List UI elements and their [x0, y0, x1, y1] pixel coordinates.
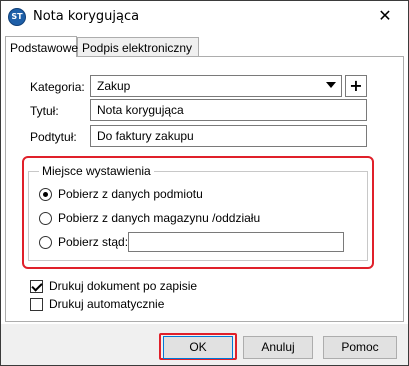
- pobierz-stad-input[interactable]: [128, 232, 344, 252]
- checkbox-drukuj-po-zapisie[interactable]: Drukuj dokument po zapisie: [30, 278, 197, 294]
- radio-option-stad[interactable]: Pobierz stąd:: [39, 234, 128, 250]
- tytul-input[interactable]: Nota korygująca: [90, 99, 367, 121]
- radio-label: Pobierz z danych podmiotu: [58, 187, 203, 201]
- checkbox-drukuj-automatycznie[interactable]: Drukuj automatycznie: [30, 296, 164, 312]
- ok-button[interactable]: OK: [163, 336, 233, 359]
- kategoria-value: Zakup: [97, 79, 131, 93]
- window-title: Nota korygująca: [33, 9, 140, 24]
- tytul-label: Tytuł:: [30, 104, 59, 118]
- close-icon[interactable]: ✕: [364, 1, 406, 33]
- podtytul-input[interactable]: Do faktury zakupu: [90, 125, 367, 147]
- radio-option-magazyn[interactable]: Pobierz z danych magazynu /oddziału: [39, 210, 260, 226]
- app-logo-icon: ST: [8, 8, 26, 26]
- radio-unselected-icon: [39, 211, 52, 225]
- miejsce-legend: Miejsce wystawienia: [39, 164, 154, 178]
- radio-label: Pobierz z danych magazynu /oddziału: [58, 211, 261, 225]
- help-button[interactable]: Pomoc: [323, 336, 397, 359]
- cancel-button[interactable]: Anuluj: [243, 336, 313, 359]
- radio-option-podmiot[interactable]: Pobierz z danych podmiotu: [39, 186, 203, 202]
- checkbox-label: Drukuj dokument po zapisie: [49, 279, 198, 293]
- add-kategoria-button[interactable]: +: [345, 75, 367, 97]
- radio-label: Pobierz stąd:: [58, 235, 129, 249]
- tab-podstawowe[interactable]: Podstawowe: [5, 36, 78, 57]
- checkbox-label: Drukuj automatycznie: [49, 297, 165, 311]
- chevron-down-icon: [326, 82, 336, 88]
- tab-podpis-elektroniczny[interactable]: Podpis elektroniczny: [77, 37, 199, 57]
- dialog-window: ST Nota korygująca ✕ Podstawowe Podpis e…: [0, 0, 409, 366]
- radio-selected-icon: [39, 187, 52, 201]
- radio-unselected-icon: [39, 235, 52, 249]
- checkbox-unchecked-icon: [30, 297, 43, 311]
- checkbox-checked-icon: [30, 279, 43, 293]
- title-bar: ST Nota korygująca ✕: [1, 1, 408, 33]
- podtytul-label: Podtytuł:: [30, 130, 77, 144]
- kategoria-dropdown[interactable]: Zakup: [90, 75, 342, 97]
- kategoria-label: Kategoria:: [30, 80, 85, 94]
